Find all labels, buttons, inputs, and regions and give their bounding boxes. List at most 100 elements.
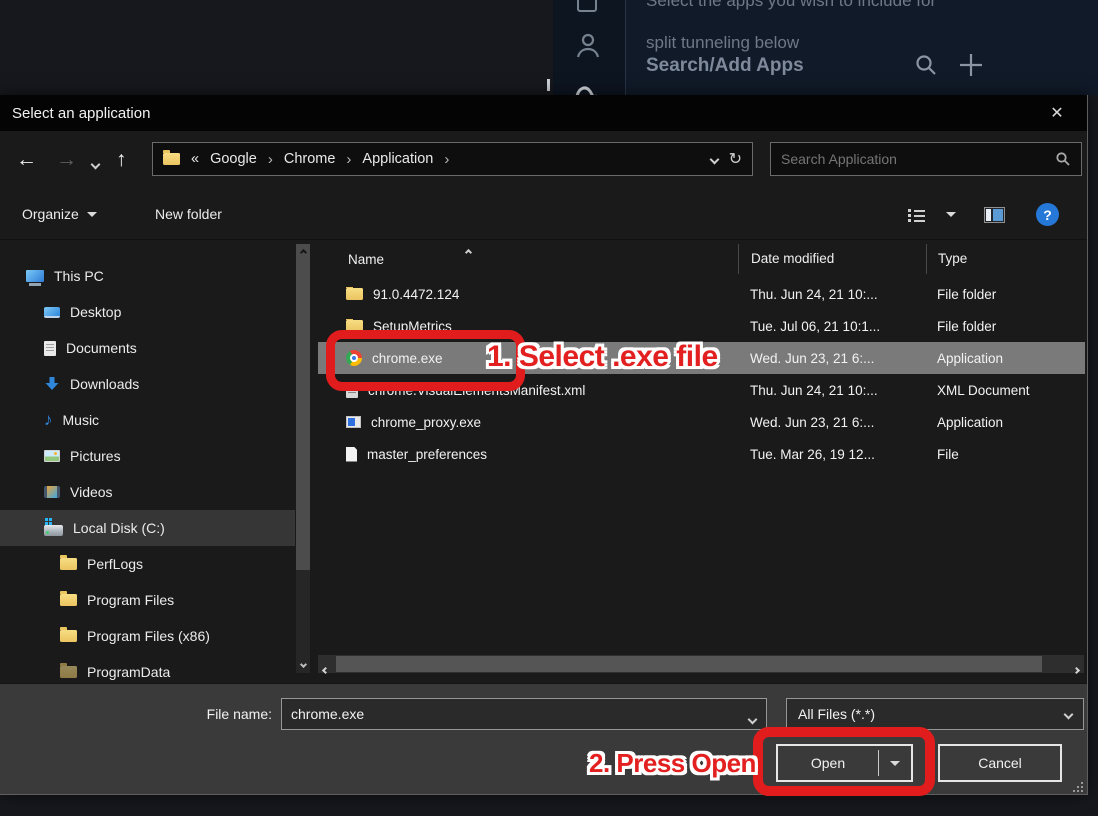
- file-type-value: All Files (*.*): [798, 706, 875, 722]
- breadcrumb-prefix[interactable]: «: [191, 151, 199, 167]
- chevron-down-icon: [946, 212, 956, 217]
- scroll-up-icon[interactable]: [296, 244, 310, 260]
- download-arrow-icon: [44, 376, 60, 392]
- file-date: Thu. Jun 24, 21 10:...: [738, 383, 926, 398]
- file-type: File: [926, 447, 1085, 462]
- app-window-icon[interactable]: [575, 0, 601, 16]
- dialog-content: This PC Desktop Documents Downloads ♪Mus…: [0, 240, 1087, 683]
- videos-icon: [44, 486, 60, 498]
- dialog-toolbar: Organize New folder ?: [0, 190, 1087, 240]
- file-list: Name Date modified Type 91.0.4472.124 Th…: [318, 240, 1085, 683]
- cancel-button[interactable]: Cancel: [938, 744, 1062, 782]
- scroll-left-icon[interactable]: [323, 660, 328, 678]
- help-button[interactable]: ?: [1036, 203, 1059, 226]
- new-folder-button[interactable]: New folder: [155, 206, 222, 222]
- horizontal-scrollbar[interactable]: [318, 655, 1084, 673]
- column-header-name[interactable]: Name: [318, 252, 738, 267]
- annotation-step1-text: 1. Select .exe file: [487, 340, 718, 374]
- plus-icon[interactable]: [958, 52, 984, 78]
- change-view-button[interactable]: [908, 208, 925, 222]
- plain-file-icon: [346, 447, 357, 462]
- file-row[interactable]: 91.0.4472.124 Thu. Jun 24, 21 10:... Fil…: [318, 278, 1085, 310]
- scrollbar-thumb[interactable]: [296, 260, 310, 570]
- navigation-bar: ← → ↑ « Google › Chrome › Application › …: [0, 131, 1087, 190]
- search-icon[interactable]: [914, 53, 938, 77]
- person-icon[interactable]: [573, 30, 603, 60]
- chevron-down-icon[interactable]: [749, 710, 756, 728]
- breadcrumb-separator-icon: ›: [346, 151, 351, 168]
- sidebar-item-label: PerfLogs: [87, 556, 143, 572]
- folder-icon: [346, 288, 363, 300]
- file-type: File folder: [926, 319, 1085, 334]
- sidebar-item-program-files[interactable]: Program Files: [0, 582, 295, 618]
- breadcrumb-item-chrome[interactable]: Chrome: [284, 151, 336, 167]
- breadcrumb-separator-icon: ›: [444, 151, 449, 168]
- file-date: Wed. Jun 23, 21 6:...: [738, 351, 926, 366]
- chevron-down-icon: [1064, 709, 1074, 719]
- search-box: [770, 142, 1082, 176]
- annotation-box-open-button: [753, 727, 935, 796]
- sidebar-scrollbar[interactable]: [296, 244, 310, 673]
- sidebar-item-this-pc[interactable]: This PC: [0, 258, 295, 294]
- sidebar-item-label: Pictures: [70, 448, 121, 464]
- dialog-title: Select an application: [12, 105, 150, 122]
- address-dropdown-chevron-icon[interactable]: [711, 151, 718, 167]
- scroll-right-icon[interactable]: [1074, 660, 1079, 678]
- file-name: master_preferences: [367, 447, 487, 462]
- sidebar-item-desktop[interactable]: Desktop: [0, 294, 295, 330]
- breadcrumb-item-application[interactable]: Application: [362, 151, 433, 167]
- details-view-icon: [908, 208, 925, 222]
- breadcrumb[interactable]: « Google › Chrome › Application › ↻: [152, 142, 753, 176]
- navigation-tree: This PC Desktop Documents Downloads ♪Mus…: [0, 258, 295, 690]
- sidebar-item-videos[interactable]: Videos: [0, 474, 295, 510]
- sidebar-item-music[interactable]: ♪Music: [0, 402, 295, 438]
- file-row[interactable]: master_preferences Tue. Mar 26, 19 12...…: [318, 438, 1085, 470]
- file-type-dropdown[interactable]: All Files (*.*): [786, 698, 1084, 730]
- sidebar-item-local-disk-c[interactable]: Local Disk (C:): [0, 510, 295, 546]
- recent-locations-chevron-icon[interactable]: [92, 155, 99, 173]
- close-icon[interactable]: ✕: [1035, 95, 1079, 131]
- file-date: Tue. Mar 26, 19 12...: [738, 447, 926, 462]
- sidebar-item-downloads[interactable]: Downloads: [0, 366, 295, 402]
- sidebar-item-documents[interactable]: Documents: [0, 330, 295, 366]
- cancel-button-label: Cancel: [978, 755, 1022, 771]
- up-icon[interactable]: ↑: [116, 147, 127, 173]
- file-name: chrome_proxy.exe: [371, 415, 481, 430]
- folder-icon: [60, 594, 77, 606]
- wrench-icon[interactable]: [573, 82, 601, 95]
- folder-icon: [163, 153, 180, 165]
- desktop-icon: [44, 307, 60, 318]
- file-type: XML Document: [926, 383, 1085, 398]
- file-row[interactable]: chrome_proxy.exe Wed. Jun 23, 21 6:... A…: [318, 406, 1085, 438]
- computer-icon: [26, 270, 44, 282]
- forward-icon[interactable]: →: [56, 147, 77, 173]
- music-note-icon: ♪: [44, 412, 53, 428]
- resize-grip[interactable]: [1073, 782, 1075, 784]
- sidebar-item-pictures[interactable]: Pictures: [0, 438, 295, 474]
- sidebar-item-label: ProgramData: [87, 664, 170, 680]
- file-name-combobox: [281, 698, 767, 730]
- back-icon[interactable]: ←: [16, 147, 37, 173]
- sidebar-item-label: Videos: [70, 484, 113, 500]
- sidebar-item-program-files-x86[interactable]: Program Files (x86): [0, 618, 295, 654]
- vpn-sidebar: [553, 0, 626, 95]
- folder-icon: [60, 630, 77, 642]
- view-options-chevron[interactable]: [946, 212, 956, 217]
- sidebar-item-perflogs[interactable]: PerfLogs: [0, 546, 295, 582]
- select-application-dialog: Select an application ✕ ← → ↑ « Google ›…: [0, 95, 1088, 795]
- sidebar-item-label: Local Disk (C:): [73, 520, 165, 536]
- column-header-date-modified[interactable]: Date modified: [738, 244, 926, 274]
- scroll-down-icon[interactable]: [296, 657, 310, 671]
- column-header-type[interactable]: Type: [926, 244, 1085, 274]
- search-input[interactable]: [781, 151, 1055, 167]
- preview-pane-button[interactable]: [984, 207, 1005, 223]
- organize-button[interactable]: Organize: [22, 206, 97, 222]
- refresh-icon[interactable]: ↻: [729, 149, 742, 169]
- scrollbar-thumb[interactable]: [336, 656, 1042, 672]
- app-window-icon: [346, 416, 361, 428]
- help-icon: ?: [1036, 203, 1059, 226]
- split-tunneling-description-line1: Select the apps you wish to include for: [646, 0, 936, 11]
- breadcrumb-item-google[interactable]: Google: [210, 151, 257, 167]
- file-date: Thu. Jun 24, 21 10:...: [738, 287, 926, 302]
- file-name-input[interactable]: [281, 698, 767, 730]
